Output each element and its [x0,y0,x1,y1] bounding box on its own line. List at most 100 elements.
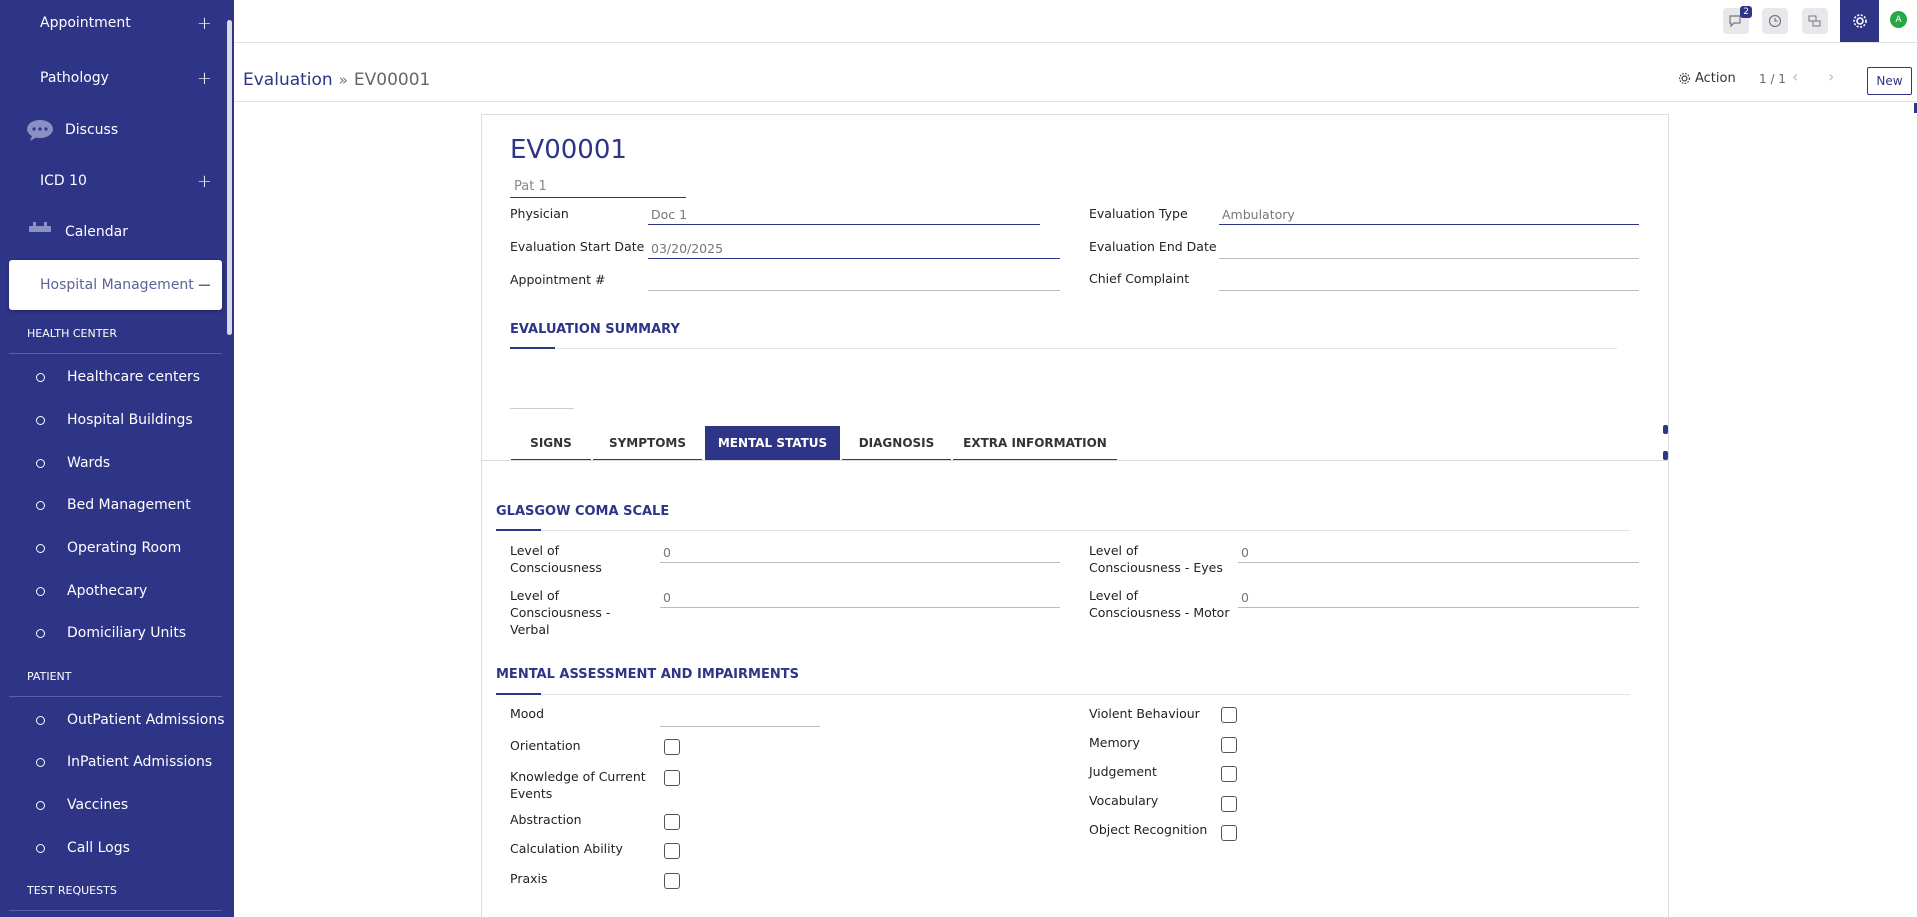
breadcrumb-separator: » [338,71,348,89]
messages-button[interactable]: 2 [1723,6,1752,34]
divider [234,101,1917,102]
new-record-button[interactable]: New [1867,67,1912,95]
consciousness-verbal-label: Level of Consciousness - Verbal [510,587,610,638]
evaluation-type-field[interactable]: Ambulatory [1219,207,1639,225]
tabs-scroll-marker [1663,451,1668,460]
calculation-ability-checkbox[interactable] [664,843,680,859]
activity-icon [1808,15,1821,27]
orientation-checkbox[interactable] [664,739,680,755]
sidebar-menu-pathology[interactable]: Pathology + [0,58,228,98]
tab-signs[interactable]: SIGNS [511,426,591,460]
messages-badge: 2 [1740,6,1752,18]
judgement-checkbox[interactable] [1221,766,1237,782]
consciousness-verbal-field[interactable]: 0 [660,590,1060,608]
sidebar-item-label: Operating Room [67,540,182,556]
sidebar-item-operating-room[interactable]: Operating Room [0,533,228,563]
calculation-ability-label: Calculation Ability [510,841,623,856]
activity-button[interactable] [1762,8,1788,34]
tab-mental-status[interactable]: MENTAL STATUS [705,426,840,460]
start-date-field[interactable]: 03/20/2025 [648,241,1060,259]
tab-extra-information[interactable]: EXTRA INFORMATION [953,426,1117,460]
tab-diagnosis[interactable]: DIAGNOSIS [842,426,951,460]
menu-label: Calendar [65,224,128,240]
physician-field[interactable]: Doc 1 [648,207,1040,225]
praxis-label: Praxis [510,871,548,886]
top-navbar [234,0,1917,43]
menu-label: ICD 10 [40,173,87,189]
level-of-consciousness-label: Level of Consciousness [510,542,602,576]
gear-icon [1679,73,1690,84]
sidebar-item-outpatient-admissions[interactable]: OutPatient Admissions [0,705,228,735]
label-line: Consciousness - Eyes [1089,560,1223,575]
mood-field[interactable] [660,709,820,727]
chevron-left-icon[interactable]: ‹ [1792,67,1798,86]
end-date-field[interactable] [1219,241,1639,259]
tab-symptoms[interactable]: SYMPTOMS [593,426,702,460]
appointment-label: Appointment # [510,272,606,287]
sidebar-item-hospital-buildings[interactable]: Hospital Buildings [0,405,228,435]
abstraction-checkbox[interactable] [664,814,680,830]
user-avatar[interactable]: A [1890,11,1907,28]
chief-complaint-field[interactable] [1219,273,1639,291]
tabs-divider [482,460,1668,461]
menu-label: Hospital Management [40,277,194,293]
breadcrumb-parent-link[interactable]: Evaluation [243,70,333,90]
knowledge-current-events-checkbox[interactable] [664,770,680,786]
discuss-button[interactable] [1802,8,1828,34]
sidebar-item-call-logs[interactable]: Call Logs [0,833,228,863]
sidebar-item-apothecary[interactable]: Apothecary [0,576,228,606]
consciousness-eyes-label: Level of Consciousness - Eyes [1089,542,1223,576]
label-line: Knowledge of Current [510,769,646,784]
sidebar-menu-discuss[interactable]: Discuss [0,110,228,150]
bullet-icon [36,415,45,425]
label-line: Level of [1089,588,1139,603]
summary-field[interactable] [510,408,574,409]
praxis-checkbox[interactable] [664,873,680,889]
sidebar-item-inpatient-admissions[interactable]: InPatient Admissions [0,747,228,777]
sidebar-menu-calendar[interactable]: Calendar [0,212,228,252]
consciousness-eyes-field[interactable]: 0 [1238,545,1639,563]
memory-checkbox[interactable] [1221,737,1237,753]
patient-field[interactable]: Pat 1 [510,179,686,198]
section-accent [496,693,541,695]
action-label: Action [1695,71,1736,86]
object-recognition-checkbox[interactable] [1221,825,1237,841]
sidebar-item-label: InPatient Admissions [67,754,213,770]
violent-behaviour-checkbox[interactable] [1221,707,1237,723]
chat-bubble-icon [27,120,53,141]
sidebar-item-label: Apothecary [67,583,148,599]
calendar-icon [29,222,51,232]
section-accent [496,529,541,531]
label-line: Level of [510,543,560,558]
appointment-field[interactable] [648,273,1060,291]
memory-label: Memory [1089,735,1140,750]
bullet-icon [36,715,45,725]
pager-value[interactable]: 1 / 1 [1759,72,1786,86]
label-line: Level of [1089,543,1139,558]
end-date-label: Evaluation End Date [1089,239,1217,254]
record-title: EV00001 [510,135,627,165]
chief-complaint-label: Chief Complaint [1089,271,1190,286]
settings-button[interactable] [1840,0,1879,42]
consciousness-motor-label: Level of Consciousness - Motor [1089,587,1229,621]
label-line: Level of [510,588,560,603]
sidebar-item-vaccines[interactable]: Vaccines [0,790,228,820]
sidebar-item-domiciliary-units[interactable]: Domiciliary Units [0,618,228,648]
chevron-right-icon[interactable]: › [1828,67,1834,86]
bullet-icon [36,586,45,596]
glasgow-coma-scale-title: GLASGOW COMA SCALE [496,504,670,519]
sidebar-menu-hospital-management[interactable]: Hospital Management − [9,260,222,310]
consciousness-motor-field[interactable]: 0 [1238,590,1639,608]
sidebar-menu-appointment[interactable]: Appointment + [0,3,228,43]
sidebar-menu-icd10[interactable]: ICD 10 + [0,161,228,201]
label-line: Consciousness [510,560,602,575]
divider [496,530,1630,531]
level-of-consciousness-field[interactable]: 0 [660,545,1060,563]
action-menu-button[interactable]: Action [1678,71,1736,86]
vocabulary-checkbox[interactable] [1221,796,1237,812]
sidebar-item-wards[interactable]: Wards [0,448,228,478]
start-date-label: Evaluation Start Date [510,239,645,254]
abstraction-label: Abstraction [510,812,582,827]
sidebar-item-healthcare-centers[interactable]: Healthcare centers [0,362,228,392]
sidebar-item-bed-management[interactable]: Bed Management [0,490,228,520]
